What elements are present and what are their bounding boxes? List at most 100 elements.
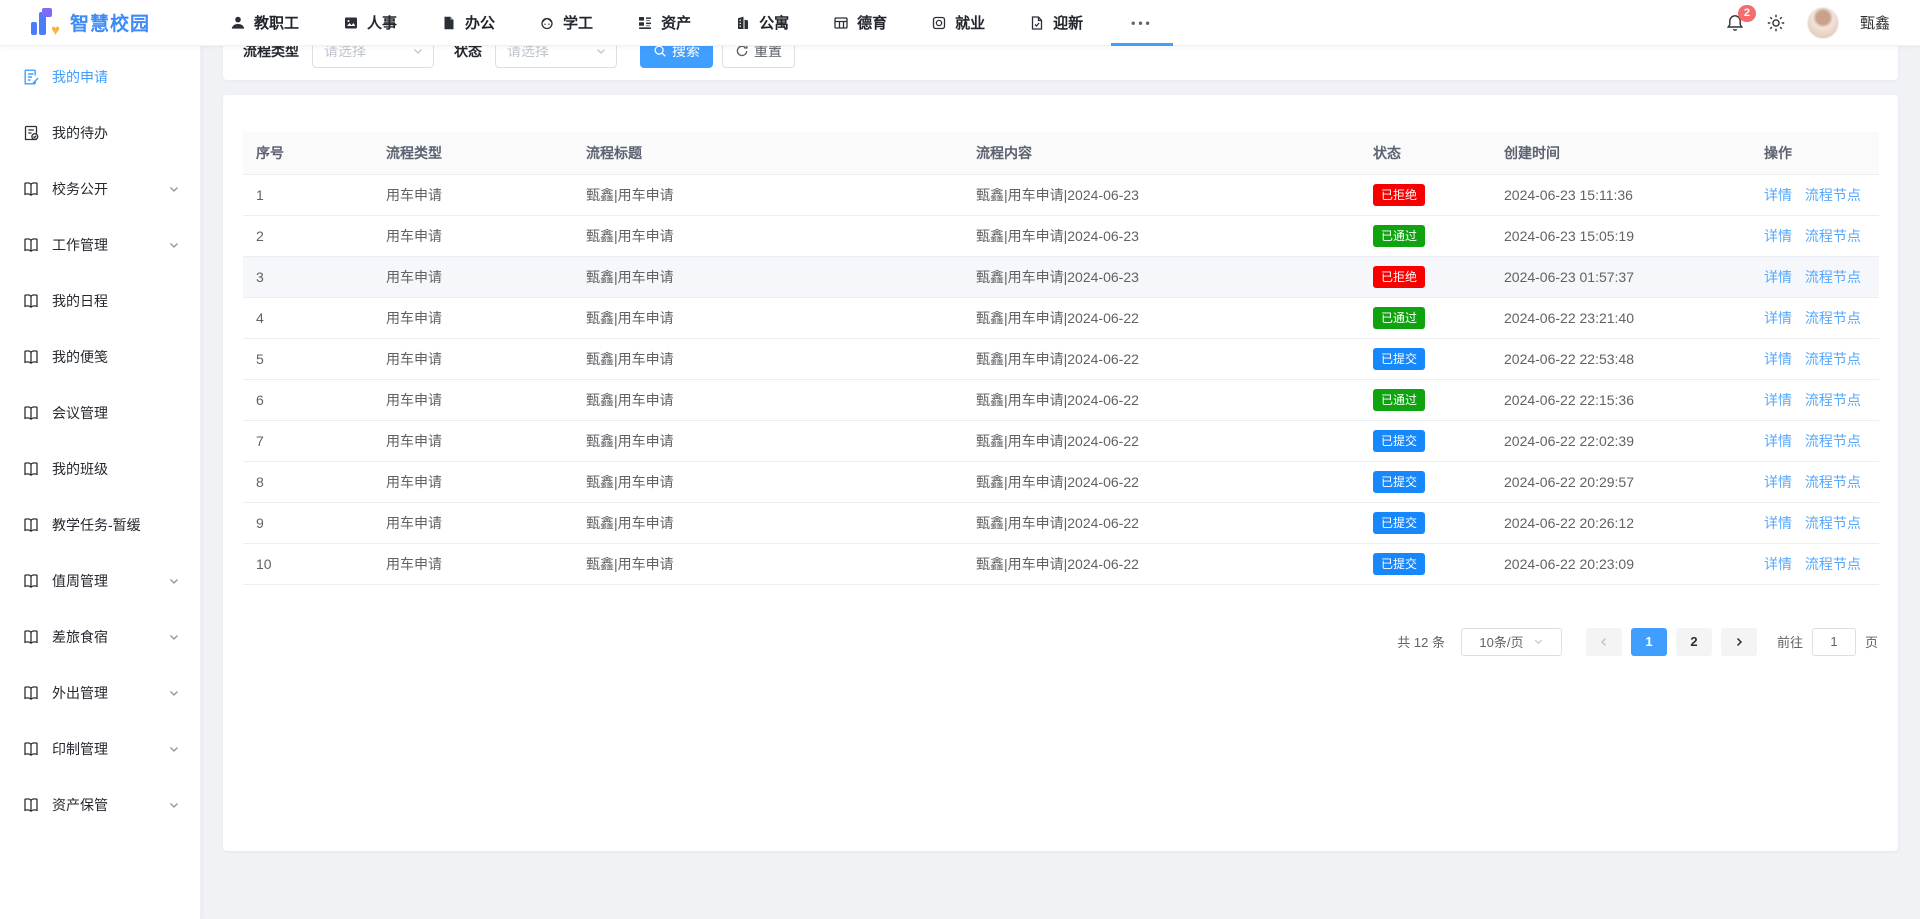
cell-flow-title: 甄鑫|用车申请 bbox=[573, 420, 963, 461]
settings-button[interactable] bbox=[1766, 13, 1786, 33]
page-number-button[interactable]: 2 bbox=[1676, 628, 1712, 656]
cell-flow-type: 用车申请 bbox=[373, 379, 573, 420]
nav-item[interactable]: 公寓 bbox=[713, 0, 811, 45]
chevron-down-icon bbox=[412, 45, 424, 57]
flow-node-link[interactable]: 流程节点 bbox=[1805, 228, 1861, 244]
cell-flow-content: 甄鑫|用车申请|2024-06-22 bbox=[963, 502, 1360, 543]
cell-flow-title: 甄鑫|用车申请 bbox=[573, 461, 963, 502]
sidebar-item[interactable]: 教学任务-暂缓 bbox=[0, 497, 200, 553]
nav-item[interactable]: 就业 bbox=[909, 0, 1007, 45]
username[interactable]: 甄鑫 bbox=[1860, 12, 1890, 33]
chevron-down-icon bbox=[168, 575, 180, 587]
flow-node-link[interactable]: 流程节点 bbox=[1805, 474, 1861, 490]
page-size-select[interactable]: 10条/页 bbox=[1461, 628, 1562, 656]
sidebar-item[interactable]: 我的待办 bbox=[0, 105, 200, 161]
nav-item[interactable]: 学工 bbox=[517, 0, 615, 45]
detail-link[interactable]: 详情 bbox=[1764, 269, 1792, 285]
status-badge: 已拒绝 bbox=[1373, 184, 1425, 206]
detail-link[interactable]: 详情 bbox=[1764, 433, 1792, 449]
app-logo-icon: ♥ bbox=[30, 8, 60, 38]
sidebar-item[interactable]: 工作管理 bbox=[0, 217, 200, 273]
chevron-down-icon bbox=[595, 45, 607, 57]
app-logo: ♥ 智慧校园 bbox=[30, 8, 190, 38]
cell-index: 5 bbox=[243, 338, 373, 379]
gear-icon bbox=[1766, 13, 1786, 33]
more-icon: ••• bbox=[1131, 16, 1153, 30]
cell-created-time: 2024-06-22 20:26:12 bbox=[1491, 502, 1751, 543]
prev-page-button[interactable] bbox=[1586, 628, 1622, 656]
nav-item-label: 就业 bbox=[955, 12, 985, 33]
nav-item[interactable]: 办公 bbox=[419, 0, 517, 45]
cell-flow-type: 用车申请 bbox=[373, 297, 573, 338]
apartment-icon bbox=[735, 15, 751, 31]
chevron-left-icon bbox=[1598, 636, 1610, 648]
nav-item[interactable]: 德育 bbox=[811, 0, 909, 45]
page-number-button[interactable]: 1 bbox=[1631, 628, 1667, 656]
cell-flow-content: 甄鑫|用车申请|2024-06-22 bbox=[963, 420, 1360, 461]
cell-index: 1 bbox=[243, 174, 373, 215]
flow-node-link[interactable]: 流程节点 bbox=[1805, 433, 1861, 449]
next-page-button[interactable] bbox=[1721, 628, 1757, 656]
table-row: 6 用车申请 甄鑫|用车申请 甄鑫|用车申请|2024-06-22 已通过 20… bbox=[243, 379, 1879, 420]
sidebar-item[interactable]: 值周管理 bbox=[0, 553, 200, 609]
sidebar-item[interactable]: 外出管理 bbox=[0, 665, 200, 721]
todo-icon bbox=[22, 124, 40, 142]
sidebar-item[interactable]: 我的日程 bbox=[0, 273, 200, 329]
cell-flow-content: 甄鑫|用车申请|2024-06-23 bbox=[963, 256, 1360, 297]
flow-node-link[interactable]: 流程节点 bbox=[1805, 269, 1861, 285]
status-badge: 已提交 bbox=[1373, 512, 1425, 534]
nav-item[interactable]: 人事 bbox=[321, 0, 419, 45]
sidebar-item[interactable]: 差旅食宿 bbox=[0, 609, 200, 665]
sidebar-item[interactable]: 我的班级 bbox=[0, 441, 200, 497]
book-icon bbox=[22, 516, 40, 534]
detail-link[interactable]: 详情 bbox=[1764, 474, 1792, 490]
detail-link[interactable]: 详情 bbox=[1764, 515, 1792, 531]
nav-item[interactable]: 教职工 bbox=[208, 0, 321, 45]
nav-item[interactable]: 迎新 bbox=[1007, 0, 1105, 45]
sidebar-item[interactable]: 印制管理 bbox=[0, 721, 200, 777]
app-title: 智慧校园 bbox=[70, 9, 150, 36]
flow-node-link[interactable]: 流程节点 bbox=[1805, 310, 1861, 326]
detail-link[interactable]: 详情 bbox=[1764, 228, 1792, 244]
nav-item-more[interactable]: ••• bbox=[1105, 0, 1179, 45]
flow-node-link[interactable]: 流程节点 bbox=[1805, 515, 1861, 531]
sidebar-item[interactable]: 会议管理 bbox=[0, 385, 200, 441]
detail-link[interactable]: 详情 bbox=[1764, 392, 1792, 408]
status-badge: 已提交 bbox=[1373, 471, 1425, 493]
sidebar-item-label: 外出管理 bbox=[52, 683, 108, 703]
flow-node-link[interactable]: 流程节点 bbox=[1805, 351, 1861, 367]
nav-item[interactable]: 资产 bbox=[615, 0, 713, 45]
notifications-button[interactable]: 2 bbox=[1725, 13, 1745, 33]
sidebar-item[interactable]: 我的申请 bbox=[0, 49, 200, 105]
goto-page-input[interactable] bbox=[1812, 628, 1856, 656]
cell-flow-title: 甄鑫|用车申请 bbox=[573, 502, 963, 543]
flow-node-link[interactable]: 流程节点 bbox=[1805, 392, 1861, 408]
request-table: 序号 流程类型 流程标题 流程内容 状态 创建时间 操作 bbox=[243, 132, 1879, 585]
detail-link[interactable]: 详情 bbox=[1764, 187, 1792, 203]
user-avatar[interactable] bbox=[1807, 7, 1839, 39]
book-icon bbox=[22, 572, 40, 590]
nav-item-label: 公寓 bbox=[759, 12, 789, 33]
status-badge: 已通过 bbox=[1373, 225, 1425, 247]
cell-flow-content: 甄鑫|用车申请|2024-06-22 bbox=[963, 338, 1360, 379]
main-content: 流程类型 请选择 状态 请选择 搜索 重置 bbox=[201, 0, 1920, 851]
cell-flow-type: 用车申请 bbox=[373, 502, 573, 543]
main-nav: 教职工 人事 办公 学工 资产 bbox=[208, 0, 1179, 45]
cell-created-time: 2024-06-23 15:11:36 bbox=[1491, 174, 1751, 215]
detail-link[interactable]: 详情 bbox=[1764, 556, 1792, 572]
sidebar-item[interactable]: 我的便笺 bbox=[0, 329, 200, 385]
flow-node-link[interactable]: 流程节点 bbox=[1805, 187, 1861, 203]
detail-link[interactable]: 详情 bbox=[1764, 310, 1792, 326]
book-icon bbox=[22, 460, 40, 478]
cell-index: 7 bbox=[243, 420, 373, 461]
cell-index: 8 bbox=[243, 461, 373, 502]
sidebar-item[interactable]: 资产保管 bbox=[0, 777, 200, 833]
status-badge: 已通过 bbox=[1373, 389, 1425, 411]
book-icon bbox=[22, 684, 40, 702]
total-count: 共 12 条 bbox=[1397, 632, 1445, 651]
moral-icon bbox=[833, 15, 849, 31]
cell-flow-content: 甄鑫|用车申请|2024-06-23 bbox=[963, 174, 1360, 215]
sidebar-item[interactable]: 校务公开 bbox=[0, 161, 200, 217]
detail-link[interactable]: 详情 bbox=[1764, 351, 1792, 367]
flow-node-link[interactable]: 流程节点 bbox=[1805, 556, 1861, 572]
